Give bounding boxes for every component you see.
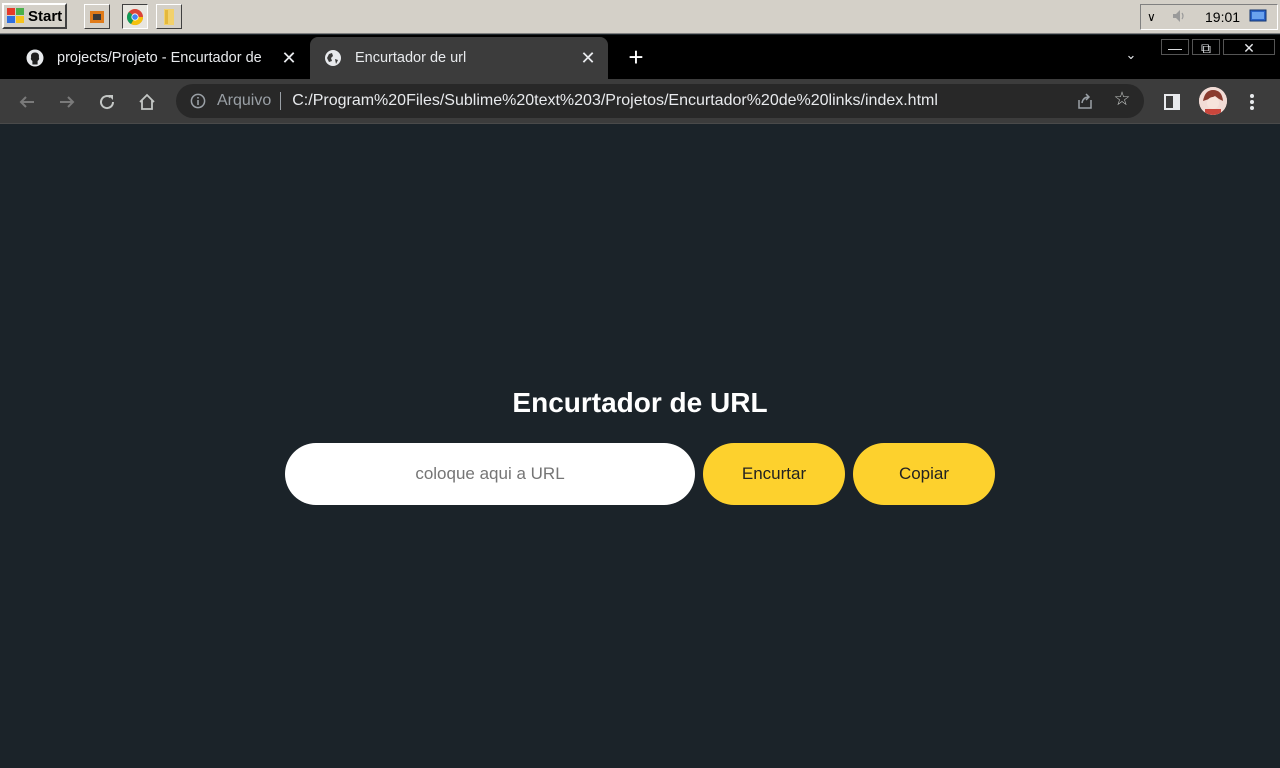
tab-search-chevron-icon[interactable]: ⌄ (1121, 47, 1141, 67)
system-tray: ∨ 19:01 (1140, 4, 1278, 30)
tab-github-project[interactable]: projects/Projeto - Encurtador de ✕ (12, 37, 309, 79)
close-tab-icon[interactable]: ✕ (279, 48, 299, 68)
page-title: Encurtador de URL (512, 387, 768, 418)
reload-icon[interactable] (94, 89, 120, 115)
minimize-icon[interactable]: — (1161, 39, 1189, 56)
address-bar[interactable]: Arquivo C:/Program%20Files/Sublime%20tex… (176, 84, 1144, 118)
restore-icon[interactable]: ⧉ (1192, 39, 1220, 56)
info-icon[interactable] (190, 93, 206, 109)
side-panel-icon[interactable] (1159, 89, 1185, 115)
speaker-icon[interactable] (1171, 8, 1187, 27)
monitor-icon[interactable] (1249, 9, 1267, 26)
home-icon[interactable] (134, 89, 160, 115)
scheme-label: Arquivo (217, 92, 272, 109)
back-icon[interactable] (14, 89, 40, 115)
tab-strip: projects/Projeto - Encurtador de ✕ Encur… (0, 35, 1280, 79)
omnibox-separator (280, 92, 282, 110)
bookmark-star-icon[interactable]: ☆ (1112, 90, 1132, 110)
share-icon[interactable] (1076, 92, 1094, 110)
clock: 19:01 (1205, 9, 1241, 25)
tab-title: projects/Projeto - Encurtador de (57, 50, 262, 66)
profile-avatar[interactable] (1199, 87, 1227, 115)
page-body: Encurtador de URL Encurtar Copiar (0, 125, 1280, 768)
url-input[interactable] (285, 443, 695, 505)
close-window-icon[interactable]: ✕ (1223, 39, 1275, 56)
start-label: Start (28, 7, 63, 25)
tab-title: Encurtador de url (355, 50, 467, 66)
quick-launch-chrome-icon[interactable] (122, 4, 148, 29)
tab-encurtador[interactable]: Encurtador de url ✕ (310, 37, 608, 79)
new-tab-button[interactable]: + (624, 43, 648, 71)
forward-icon[interactable] (54, 89, 80, 115)
url-text[interactable]: C:/Program%20Files/Sublime%20text%203/Pr… (292, 92, 1052, 110)
close-tab-icon[interactable]: ✕ (578, 48, 598, 68)
windows-flag-icon (7, 8, 25, 24)
shorten-button[interactable]: Encurtar (703, 443, 845, 505)
start-button[interactable]: Start (2, 3, 67, 29)
globe-icon (324, 49, 342, 67)
chevron-down-icon[interactable]: ∨ (1147, 10, 1161, 24)
quick-launch-app-icon[interactable] (84, 4, 110, 29)
github-icon (26, 49, 44, 67)
browser-toolbar: Arquivo C:/Program%20Files/Sublime%20tex… (0, 79, 1280, 124)
copy-button[interactable]: Copiar (853, 443, 995, 505)
menu-kebab-icon[interactable] (1239, 89, 1265, 115)
taskbar: Start ∨ 19:01 (0, 0, 1280, 34)
quick-launch-folder-icon[interactable] (156, 4, 182, 29)
